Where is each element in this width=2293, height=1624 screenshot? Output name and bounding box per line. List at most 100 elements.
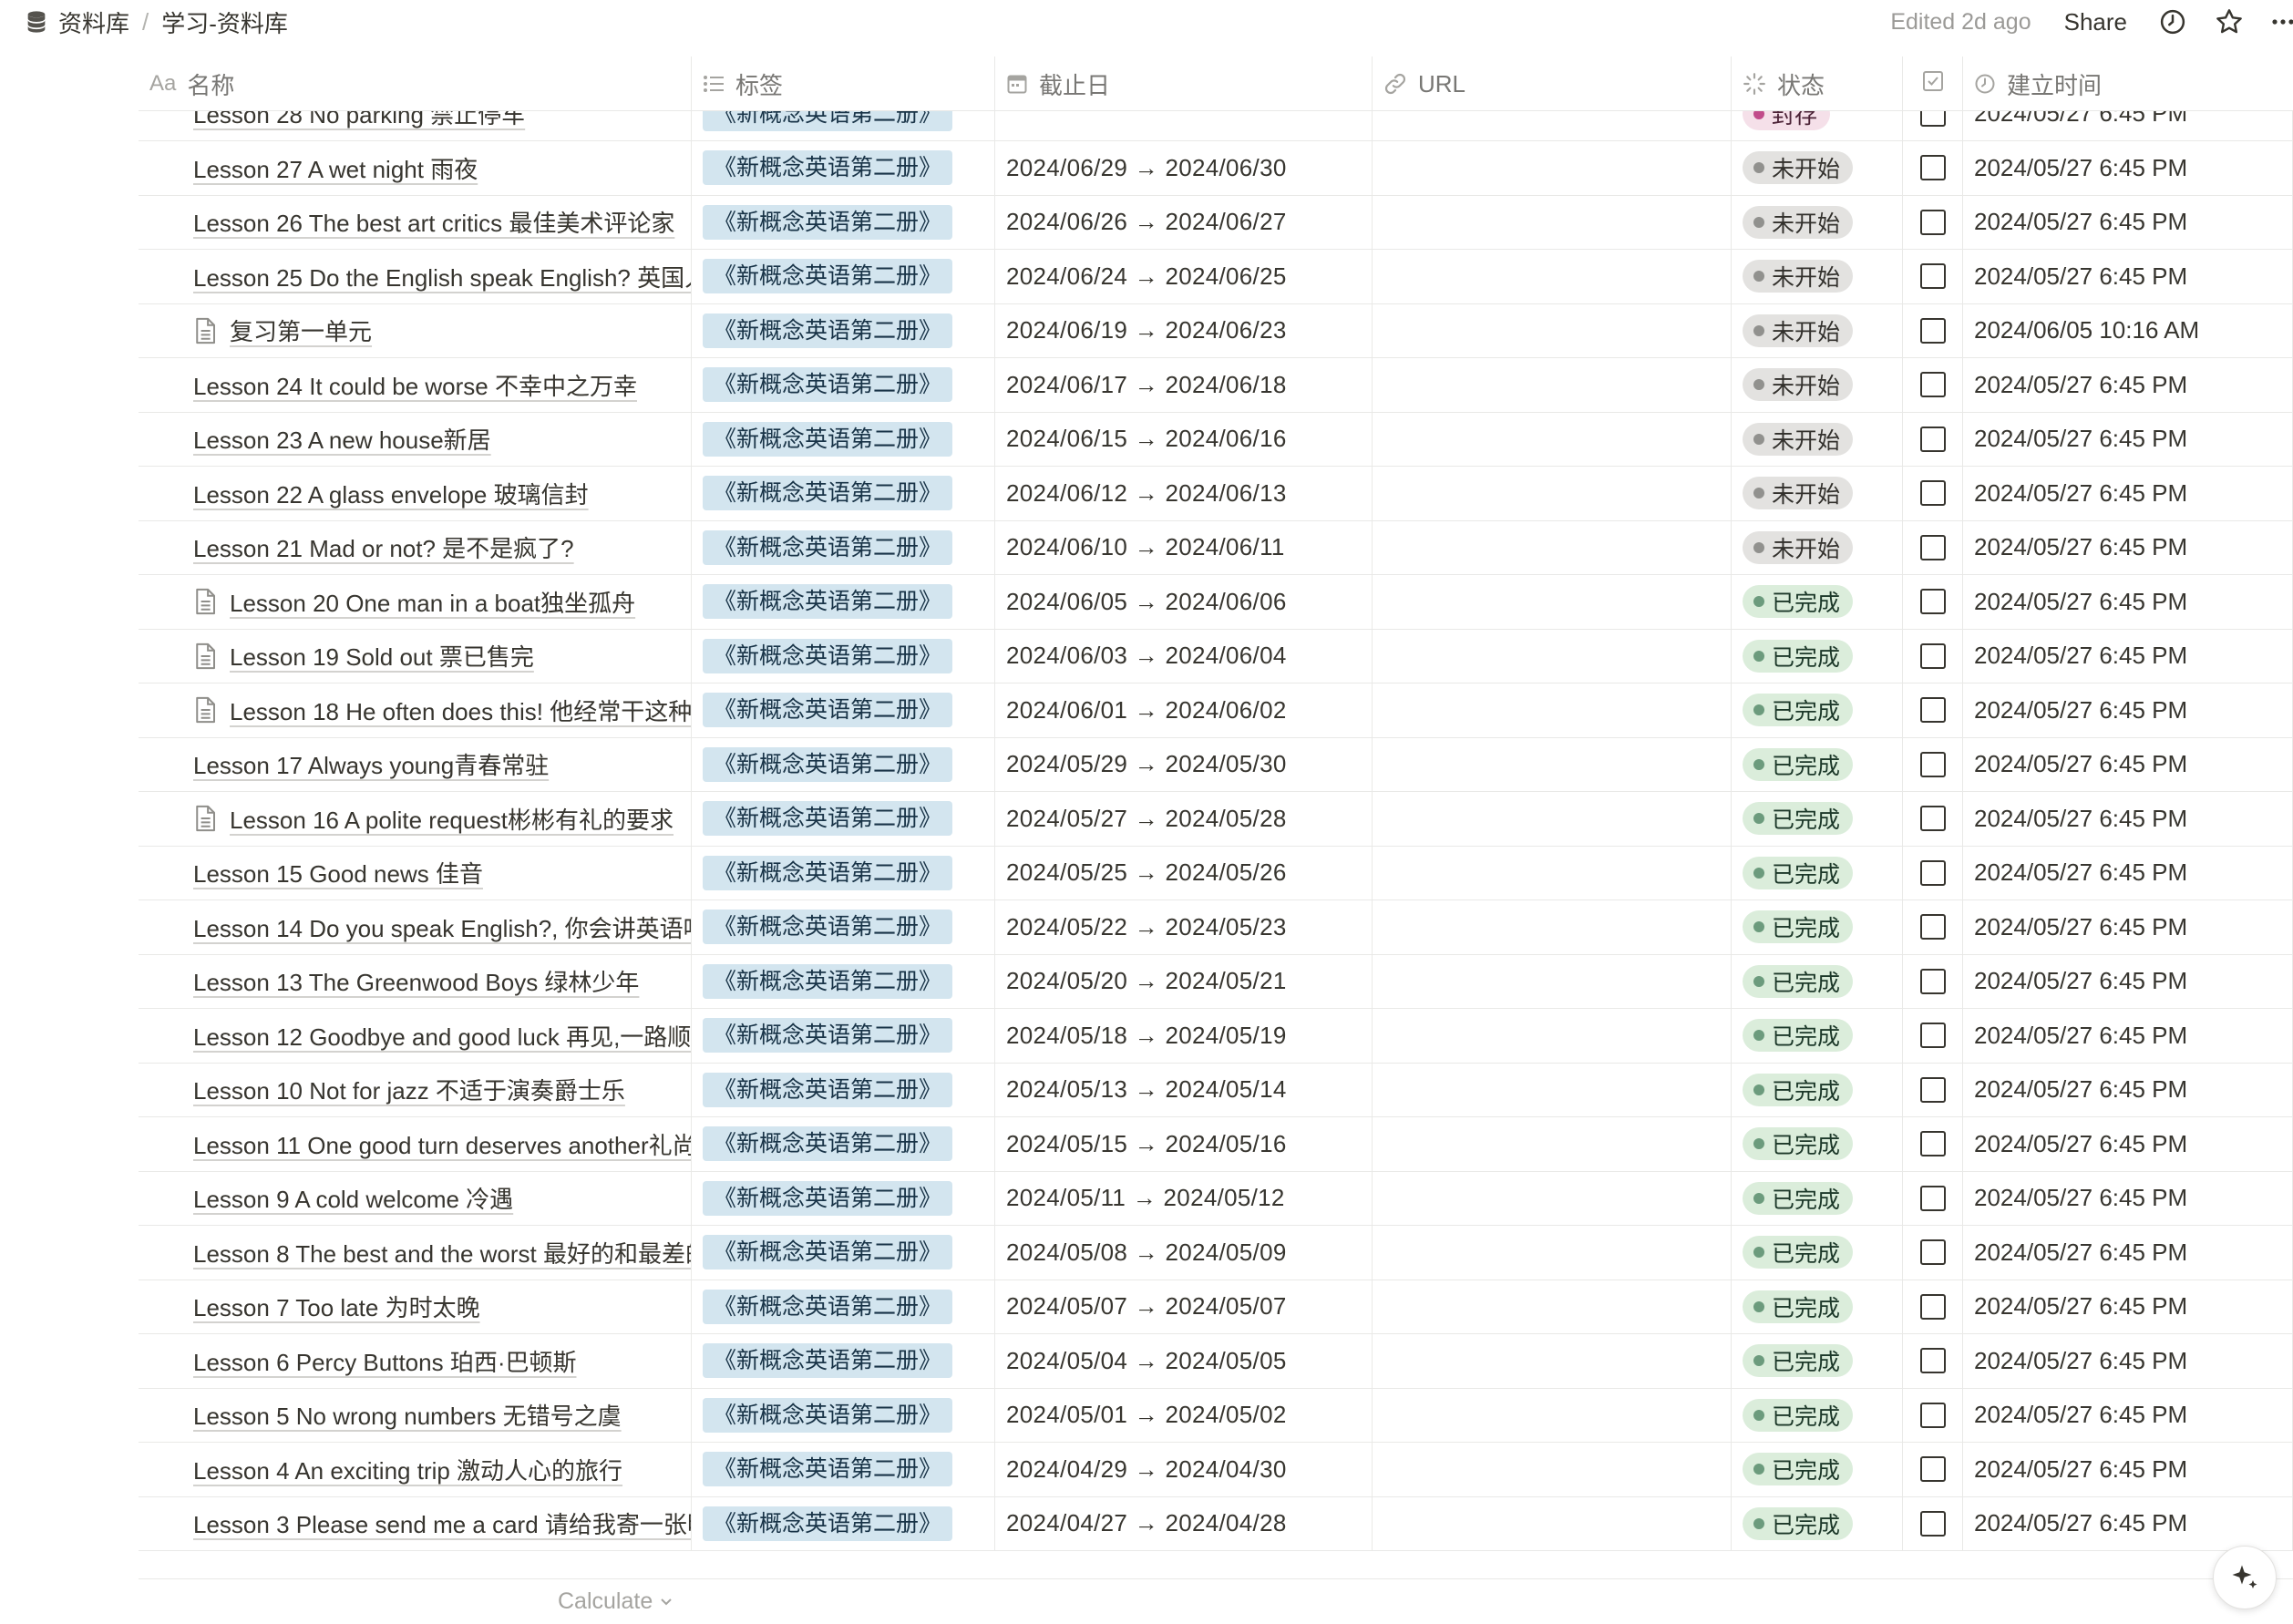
row-title[interactable]: Lesson 19 Sold out 票已售完 — [230, 639, 534, 673]
table-row[interactable]: Lesson 25 Do the English speak English? … — [139, 250, 2293, 304]
cell-date[interactable]: 2024/05/18 → 2024/05/19 — [995, 1009, 1373, 1063]
cell-status[interactable]: 已完成 — [1732, 1388, 1903, 1442]
table-row[interactable]: Lesson 16 A polite request彬彬有礼的要求 《新概念英语… — [139, 792, 2293, 847]
cell-name[interactable]: Lesson 13 The Greenwood Boys 绿林少年 — [139, 954, 692, 1008]
cell-checkbox[interactable] — [1903, 1496, 1963, 1550]
table-row[interactable]: Lesson 6 Percy Buttons 珀西·巴顿斯 《新概念英语第二册》… — [139, 1334, 2293, 1389]
cell-date[interactable]: 2024/06/12 → 2024/06/13 — [995, 467, 1373, 520]
row-title[interactable]: Lesson 22 A glass envelope 玻璃信封 — [193, 477, 589, 510]
cell-tag[interactable]: 《新概念英语第二册》 — [692, 195, 995, 249]
row-title[interactable]: Lesson 26 The best art critics 最佳美术评论家 — [193, 205, 674, 239]
cell-checkbox[interactable] — [1903, 575, 1963, 629]
cell-date[interactable]: 2024/05/25 → 2024/05/26 — [995, 846, 1373, 899]
checkbox[interactable] — [1919, 1239, 1946, 1266]
table-row[interactable]: Lesson 11 One good turn deserves another… — [139, 1117, 2293, 1172]
cell-tag[interactable]: 《新概念英语第二册》 — [692, 358, 995, 412]
checkbox[interactable] — [1919, 968, 1946, 994]
breadcrumb-root[interactable]: 资料库 — [18, 5, 135, 39]
row-title[interactable]: Lesson 23 A new house新居 — [193, 422, 491, 456]
cell-checkbox[interactable] — [1903, 846, 1963, 899]
cell-url[interactable] — [1373, 141, 1732, 195]
cell-tag[interactable]: 《新概念英语第二册》 — [692, 250, 995, 303]
cell-url[interactable] — [1373, 195, 1732, 249]
row-title[interactable]: 复习第一单元 — [230, 313, 372, 347]
cell-checkbox[interactable] — [1903, 1117, 1963, 1171]
row-title[interactable]: Lesson 20 One man in a boat独坐孤舟 — [230, 585, 635, 619]
cell-name[interactable]: Lesson 11 One good turn deserves another… — [139, 1117, 692, 1171]
column-header-date[interactable]: 截止日 — [995, 57, 1373, 111]
table-row[interactable]: Lesson 23 A new house新居 《新概念英语第二册》 2024/… — [139, 412, 2293, 467]
table-row[interactable]: Lesson 27 A wet night 雨夜 《新概念英语第二册》 2024… — [139, 141, 2293, 196]
cell-name[interactable]: Lesson 6 Percy Buttons 珀西·巴顿斯 — [139, 1334, 692, 1388]
share-button[interactable]: Share — [2064, 8, 2127, 36]
row-title[interactable]: Lesson 14 Do you speak English?, 你会讲英语吗? — [193, 910, 691, 944]
checkbox[interactable] — [1919, 914, 1946, 940]
table-row[interactable]: Lesson 20 One man in a boat独坐孤舟 《新概念英语第二… — [139, 575, 2293, 630]
cell-checkbox[interactable] — [1903, 1443, 1963, 1496]
cell-name[interactable]: Lesson 27 A wet night 雨夜 — [139, 141, 692, 195]
cell-tag[interactable]: 《新概念英语第二册》 — [692, 1443, 995, 1496]
cell-url[interactable] — [1373, 1117, 1732, 1171]
cell-date[interactable]: 2024/06/19 → 2024/06/23 — [995, 303, 1373, 357]
cell-date[interactable]: 2024/05/01 → 2024/05/02 — [995, 1388, 1373, 1442]
row-title[interactable]: Lesson 25 Do the English speak English? … — [193, 260, 691, 293]
cell-checkbox[interactable] — [1903, 684, 1963, 737]
cell-name[interactable]: Lesson 17 Always young青春常驻 — [139, 737, 692, 791]
cell-name[interactable]: Lesson 8 The best and the worst 最好的和最差的 — [139, 1226, 692, 1280]
cell-date[interactable]: 2024/05/11 → 2024/05/12 — [995, 1171, 1373, 1225]
cell-status[interactable]: 已完成 — [1732, 629, 1903, 683]
table-row[interactable]: Lesson 17 Always young青春常驻 《新概念英语第二册》 20… — [139, 737, 2293, 792]
table-row[interactable]: Lesson 4 An exciting trip 激动人心的旅行 《新概念英语… — [139, 1443, 2293, 1497]
cell-checkbox[interactable] — [1903, 520, 1963, 574]
cell-url[interactable] — [1373, 1009, 1732, 1063]
ai-assistant-button[interactable] — [2213, 1546, 2277, 1609]
cell-checkbox[interactable] — [1903, 412, 1963, 466]
cell-status[interactable]: 已完成 — [1732, 684, 1903, 737]
row-title[interactable]: Lesson 5 No wrong numbers 无错号之虞 — [193, 1398, 622, 1432]
cell-checkbox[interactable] — [1903, 250, 1963, 303]
cell-tag[interactable]: 《新概念英语第二册》 — [692, 1171, 995, 1225]
cell-url[interactable] — [1373, 1334, 1732, 1388]
cell-name[interactable]: Lesson 22 A glass envelope 玻璃信封 — [139, 467, 692, 520]
checkbox[interactable] — [1919, 1510, 1946, 1537]
cell-date[interactable]: 2024/06/26 → 2024/06/27 — [995, 195, 1373, 249]
cell-url[interactable] — [1373, 954, 1732, 1008]
checkbox[interactable] — [1919, 372, 1946, 398]
cell-date[interactable]: 2024/04/27 → 2024/04/28 — [995, 1496, 1373, 1550]
table-row[interactable]: Lesson 12 Goodbye and good luck 再见,一路顺风 … — [139, 1009, 2293, 1064]
cell-checkbox[interactable] — [1903, 141, 1963, 195]
cell-status[interactable]: 未开始 — [1732, 520, 1903, 574]
edited-status[interactable]: Edited 2d ago — [1890, 9, 2031, 36]
table-row[interactable]: Lesson 18 He often does this! 他经常干这种事! 《… — [139, 684, 2293, 738]
cell-tag[interactable]: 《新概念英语第二册》 — [692, 141, 995, 195]
checkbox[interactable] — [1919, 209, 1946, 235]
cell-status[interactable]: 已完成 — [1732, 846, 1903, 899]
checkbox[interactable] — [1919, 589, 1946, 615]
updates-button[interactable] — [2158, 7, 2187, 36]
breadcrumb-current[interactable]: 学习-资料库 — [156, 5, 293, 39]
cell-name[interactable]: Lesson 12 Goodbye and good luck 再见,一路顺风 — [139, 1009, 692, 1063]
cell-checkbox[interactable] — [1903, 1388, 1963, 1442]
cell-date[interactable]: 2024/05/07 → 2024/05/07 — [995, 1280, 1373, 1333]
row-title[interactable]: Lesson 11 One good turn deserves another… — [193, 1127, 691, 1161]
checkbox[interactable] — [1919, 751, 1946, 777]
row-title[interactable]: Lesson 15 Good news 佳音 — [193, 856, 483, 889]
cell-tag[interactable]: 《新概念英语第二册》 — [692, 954, 995, 1008]
cell-tag[interactable]: 《新概念英语第二册》 — [692, 1063, 995, 1116]
cell-date[interactable]: 2024/06/29 → 2024/06/30 — [995, 141, 1373, 195]
cell-tag[interactable]: 《新概念英语第二册》 — [692, 1280, 995, 1333]
cell-date[interactable]: 2024/06/01 → 2024/06/02 — [995, 684, 1373, 737]
checkbox[interactable] — [1919, 806, 1946, 832]
cell-checkbox[interactable] — [1903, 1334, 1963, 1388]
cell-tag[interactable]: 《新概念英语第二册》 — [692, 1496, 995, 1550]
cell-status[interactable]: 已完成 — [1732, 737, 1903, 791]
more-button[interactable] — [2271, 7, 2293, 36]
cell-tag[interactable]: 《新概念英语第二册》 — [692, 737, 995, 791]
cell-date[interactable]: 2024/06/10 → 2024/06/11 — [995, 520, 1373, 574]
table-row[interactable]: Lesson 22 A glass envelope 玻璃信封 《新概念英语第二… — [139, 467, 2293, 521]
cell-name[interactable]: Lesson 4 An exciting trip 激动人心的旅行 — [139, 1443, 692, 1496]
cell-name[interactable]: Lesson 5 No wrong numbers 无错号之虞 — [139, 1388, 692, 1442]
table-row[interactable]: Lesson 14 Do you speak English?, 你会讲英语吗?… — [139, 900, 2293, 955]
table-row[interactable]: Lesson 9 A cold welcome 冷遇 《新概念英语第二册》 20… — [139, 1171, 2293, 1226]
cell-date[interactable]: 2024/05/08 → 2024/05/09 — [995, 1226, 1373, 1280]
